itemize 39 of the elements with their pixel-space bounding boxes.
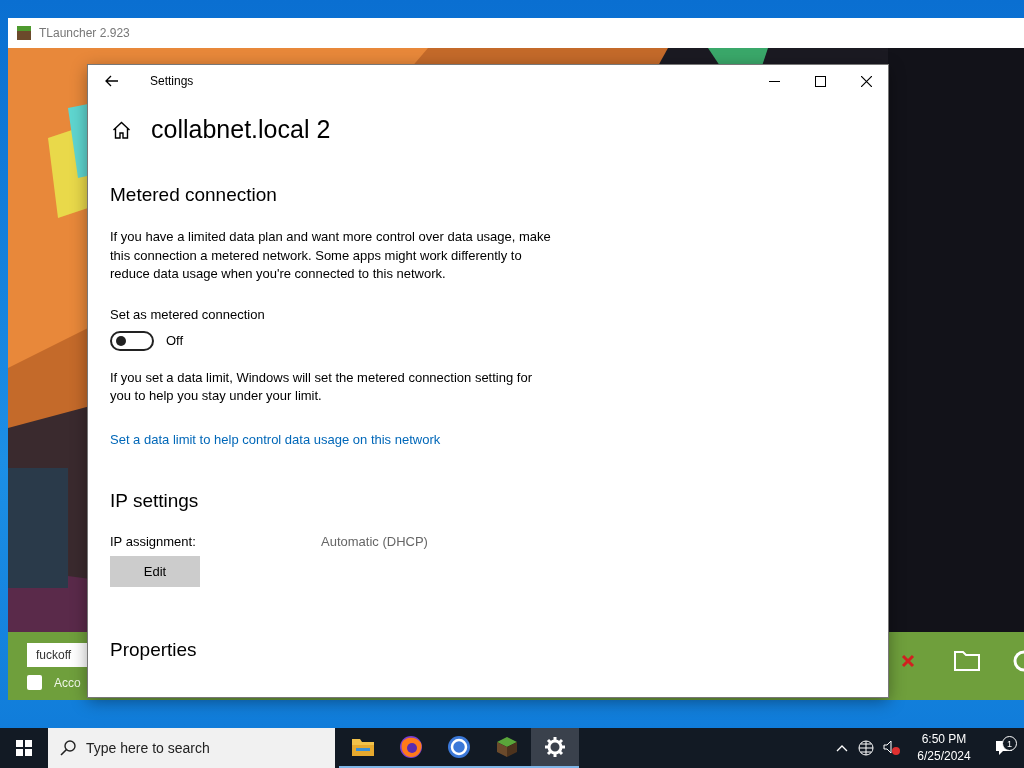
windows-logo-icon[interactable] xyxy=(16,740,32,756)
globe-icon[interactable] xyxy=(858,739,875,757)
maximize-icon[interactable] xyxy=(814,75,826,87)
search-icon xyxy=(60,740,76,756)
clock-date[interactable]: 6/25/2024 xyxy=(917,748,971,765)
home-icon[interactable] xyxy=(112,120,131,139)
description-text: If you have a limited data plan and want more control over data usage, make this connection a metered network. Some apps might work differently to reduce data usage when you're connected to this network. xyxy=(110,228,552,283)
data-limit-link[interactable]: Set a data limit to help control data usage on this network xyxy=(110,431,441,447)
search-field[interactable]: Type here to search xyxy=(48,728,335,768)
description-text: If you set a data limit, Windows will set the metered connection setting for you to help you stay under your limit. xyxy=(110,368,533,405)
section-heading: Metered connection xyxy=(110,184,278,206)
fox-globe-icon xyxy=(399,735,423,759)
globe-icon xyxy=(447,735,471,759)
window-title: Settings xyxy=(150,74,195,88)
clock-time[interactable]: 6:50 PM xyxy=(921,731,967,748)
checkbox-label: Acco xyxy=(54,675,81,690)
grass-block-icon xyxy=(17,26,31,40)
folder-icon[interactable] xyxy=(954,649,980,671)
taskbar-app[interactable] xyxy=(531,728,579,768)
toggle-label: Set as metered connection xyxy=(110,306,266,322)
ip-assignment-value: Automatic (DHCP) xyxy=(321,533,428,549)
section-heading: IP settings xyxy=(110,489,200,512)
edit-button[interactable]: Edit xyxy=(110,555,200,587)
grass-block-icon xyxy=(496,736,518,758)
username-field[interactable]: fuckoff xyxy=(27,643,89,667)
checkbox[interactable] xyxy=(27,675,42,690)
page-title: collabnet.local 2 xyxy=(151,115,331,144)
notification-count: 1 xyxy=(1002,736,1017,751)
folder-icon xyxy=(351,737,375,757)
close-icon[interactable] xyxy=(860,75,872,87)
section-heading: Properties xyxy=(110,638,198,661)
toggle-state: Off xyxy=(166,333,184,348)
window-title: TLauncher 2.923 xyxy=(39,26,130,40)
chevron-up-icon[interactable] xyxy=(835,744,848,752)
ip-assignment-label: IP assignment: xyxy=(110,533,197,549)
speaker-muted-icon[interactable] xyxy=(882,740,901,756)
toggle-switch[interactable] xyxy=(110,330,154,351)
back-arrow-icon[interactable] xyxy=(105,75,119,87)
minimize-icon[interactable] xyxy=(768,80,780,82)
